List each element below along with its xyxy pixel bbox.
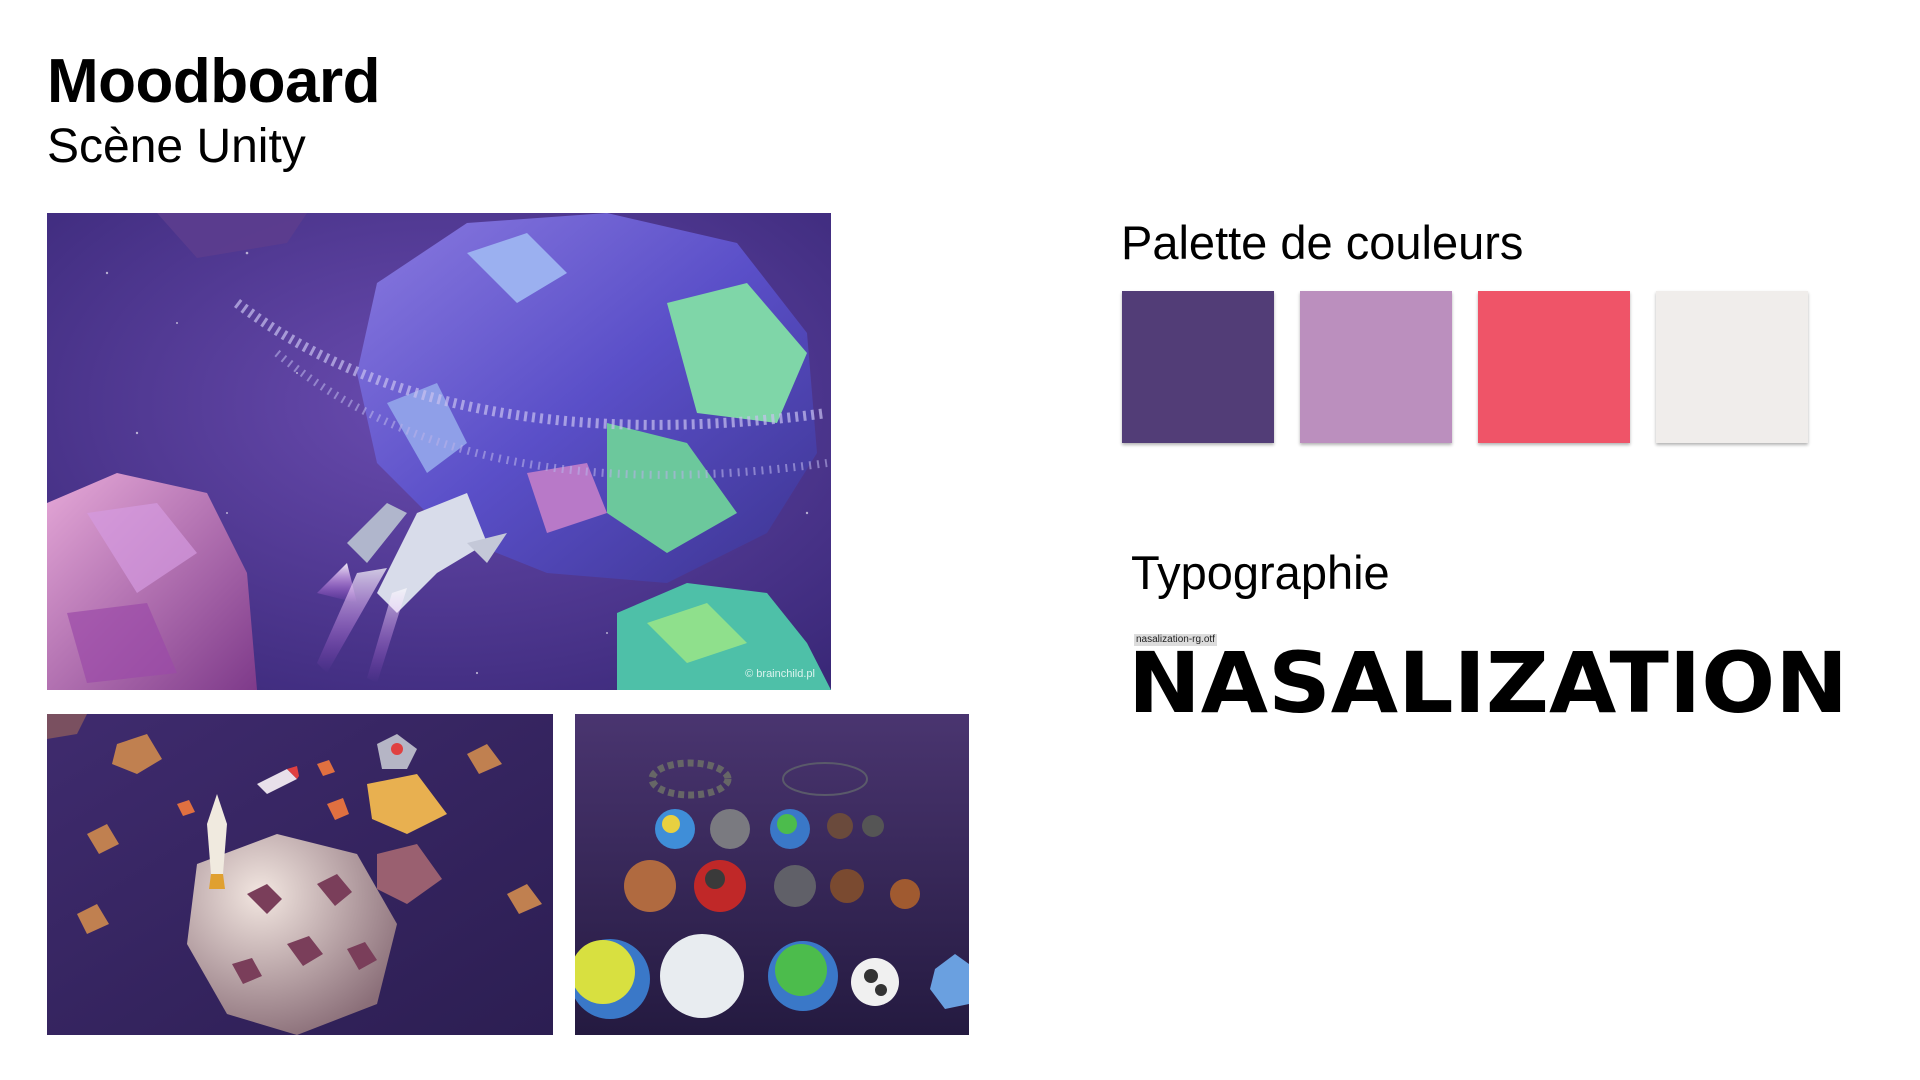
- image-credit: © brainchild.pl: [745, 668, 815, 680]
- page-subtitle: Scène Unity: [47, 120, 306, 173]
- typography-heading: Typographie: [1131, 546, 1390, 599]
- planets-collection-image: [575, 714, 969, 1035]
- palette-heading: Palette de couleurs: [1121, 216, 1524, 269]
- font-sample-text: NASALIZATION: [1128, 634, 1848, 730]
- color-swatch: [1300, 291, 1452, 443]
- spaceship-scene-image: © brainchild.pl: [47, 213, 831, 690]
- color-swatch: [1656, 291, 1808, 443]
- font-sample: NASALIZATION: [1128, 634, 1848, 730]
- asteroid-rocket-image: [47, 714, 553, 1035]
- page-title: Moodboard: [47, 47, 381, 116]
- color-swatch: [1122, 291, 1274, 443]
- color-swatch: [1478, 291, 1630, 443]
- font-file-label: nasalization-rg.otf: [1134, 634, 1217, 646]
